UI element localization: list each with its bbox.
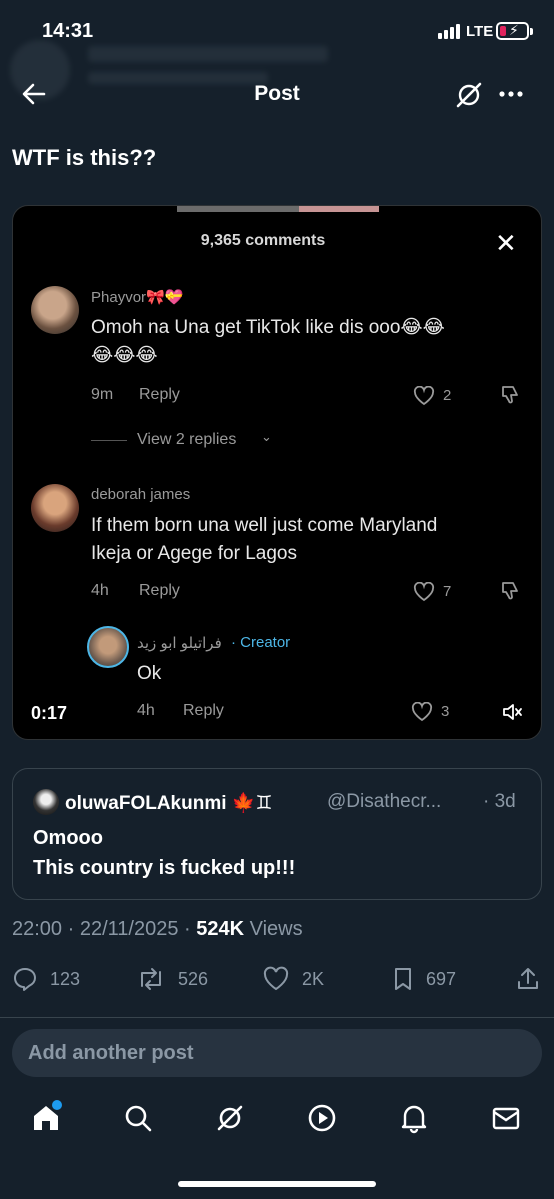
- dislike-icon: [499, 384, 521, 411]
- comment-reply-button: Reply: [183, 702, 224, 719]
- grok-icon: [456, 82, 482, 108]
- bottom-tab-bar: [0, 1090, 554, 1156]
- speaker-muted-icon: [503, 704, 522, 720]
- reply-icon: [14, 968, 36, 991]
- comment-time: 9m: [91, 386, 114, 403]
- repost-action[interactable]: 526: [136, 966, 208, 992]
- reply-input[interactable]: Add another post: [12, 1029, 542, 1077]
- quoted-post[interactable]: oluwaFOLAkunmi 🍁♊ @Disathecr... · 3d Omo…: [12, 768, 542, 900]
- bell-icon: [401, 1105, 427, 1134]
- signal-icon: [438, 24, 460, 39]
- bookmark-count: 697: [426, 968, 457, 989]
- creator-badge: · Creator: [231, 634, 291, 651]
- tab-search[interactable]: [122, 1102, 154, 1139]
- chevron-down-icon: ⌄: [261, 429, 272, 444]
- video-duration: 0:17: [31, 703, 68, 723]
- meta-separator: ·: [62, 918, 80, 940]
- quote-text-line: Omooo: [33, 827, 103, 849]
- view-replies: View 2 replies: [137, 431, 237, 448]
- reply-count: 123: [50, 968, 81, 989]
- bookmark-icon: [395, 968, 411, 990]
- play-circle-icon: [308, 1104, 336, 1132]
- post-date: 22/11/2025: [79, 918, 179, 940]
- battery-icon: ⚡: [496, 22, 529, 40]
- creator-avatar: [87, 626, 129, 668]
- creator-name: فراتيلو ابو زيد: [137, 635, 222, 652]
- comment-text: Ok: [137, 663, 162, 684]
- comment-reply-button: Reply: [139, 582, 180, 599]
- comment-time: 4h: [137, 702, 155, 719]
- comment-author: deborah james: [91, 486, 191, 503]
- quote-author-handle: @Disathecr...: [327, 791, 442, 812]
- repost-icon: [141, 968, 161, 990]
- grok-icon: [217, 1105, 243, 1131]
- quote-text-line: This country is fucked up!!!: [33, 857, 296, 879]
- repost-count: 526: [178, 968, 209, 989]
- action-bar: 123 526 2K 697: [0, 958, 554, 1002]
- network-label: LTE: [466, 23, 494, 40]
- comment-text: Ikeja or Agege for Lagos: [91, 543, 297, 564]
- comment-text: If them born una well just come Maryland: [91, 515, 438, 536]
- heart-icon: [411, 701, 433, 727]
- reply-placeholder: Add another post: [28, 1042, 194, 1064]
- home-indicator: [178, 1181, 376, 1187]
- tab-video[interactable]: [306, 1102, 338, 1139]
- mail-icon: [492, 1107, 520, 1130]
- comment-avatar: [31, 484, 79, 532]
- notification-dot: [52, 1100, 62, 1110]
- divider: [0, 1017, 554, 1018]
- heart-icon: [413, 581, 435, 607]
- comments-count: 9,365 comments: [200, 232, 326, 249]
- bookmark-action[interactable]: 697: [392, 966, 456, 992]
- comment-author: Phayvor🎀💝: [91, 289, 184, 306]
- comment-like-count: 3: [441, 703, 450, 720]
- video-player[interactable]: 9,365 comments ✕ Phayvor🎀💝 Omoh na Una g…: [12, 205, 542, 740]
- battery-tip: [530, 28, 533, 35]
- comment-like-count: 2: [443, 387, 452, 404]
- dislike-icon: [499, 580, 521, 607]
- search-icon: [125, 1105, 152, 1132]
- post-time: 22:00: [12, 918, 63, 940]
- close-icon: ✕: [495, 228, 517, 258]
- tab-notifications[interactable]: [398, 1102, 430, 1139]
- video-top-strip-highlight: [299, 206, 379, 212]
- post-text: WTF is this??: [12, 145, 157, 170]
- comment-avatar: [31, 286, 79, 334]
- comment-text: 😂😂😂: [91, 345, 158, 366]
- meta-separator: ·: [178, 918, 197, 940]
- like-count: 2K: [302, 968, 325, 989]
- tab-messages[interactable]: [490, 1102, 522, 1139]
- comment-reply-button: Reply: [139, 386, 180, 403]
- quote-age: · 3d: [483, 791, 516, 812]
- views-label: Views: [249, 918, 303, 940]
- reply-action[interactable]: 123: [12, 966, 80, 992]
- comment-like-count: 7: [443, 583, 452, 600]
- share-icon: [518, 968, 538, 989]
- view-replies-divider: [91, 440, 127, 441]
- more-dots-icon: [499, 91, 523, 97]
- heart-icon: [413, 385, 435, 411]
- share-action[interactable]: [516, 966, 540, 992]
- heart-icon: [263, 966, 289, 991]
- views-count: 524K: [196, 918, 245, 940]
- more-button[interactable]: [497, 80, 525, 113]
- like-action[interactable]: 2K: [262, 966, 324, 992]
- quote-author-name: oluwaFOLAkunmi 🍁♊: [65, 793, 273, 814]
- comment-text: Omoh na Una get TikTok like dis ooo😂😂: [91, 317, 445, 338]
- comment-time: 4h: [91, 582, 109, 599]
- tab-grok[interactable]: [214, 1102, 246, 1139]
- grok-button[interactable]: [454, 80, 484, 115]
- post-meta: 22:00 · 22/11/2025 · 524K Views: [12, 918, 303, 941]
- quote-avatar: [33, 789, 59, 815]
- mute-button[interactable]: [501, 702, 523, 727]
